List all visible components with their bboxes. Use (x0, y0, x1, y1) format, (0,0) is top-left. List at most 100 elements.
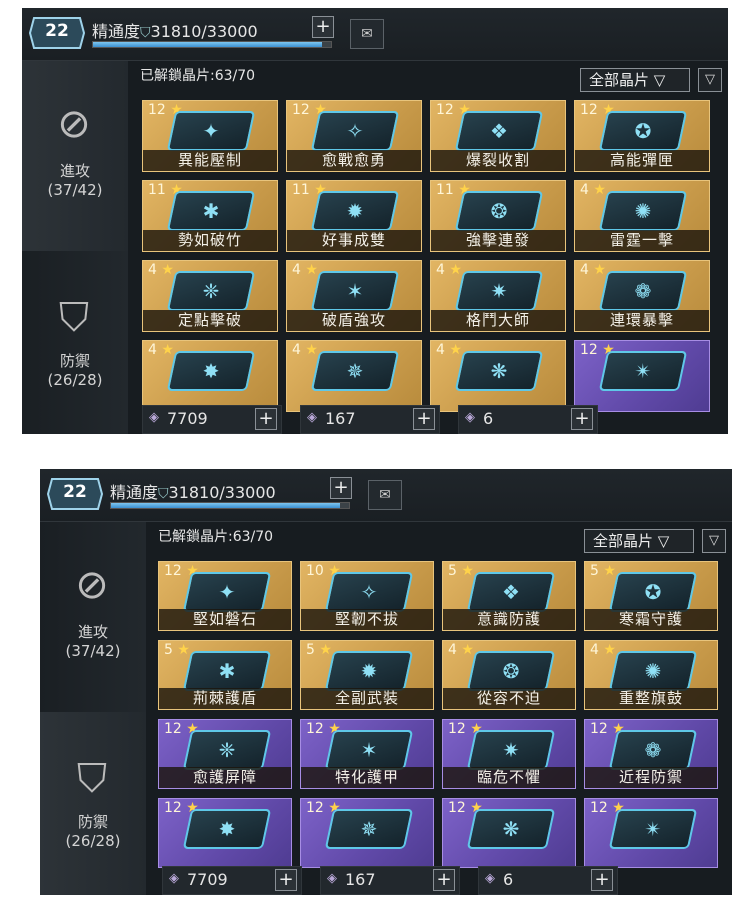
chip-card[interactable]: 5 ★ ❖ 意識防護 (442, 561, 576, 631)
chip-card[interactable]: 12 ★ ✦ 堅如磐石 (158, 561, 292, 631)
chip-level: 4 ★ (448, 642, 474, 658)
shield-icon: ⛉ (77, 756, 107, 802)
chip-card[interactable]: 12 ★ ❖ 爆裂收割 (430, 100, 566, 172)
category-sidebar: ⊘ 進攻 (37/42) ⛉ 防禦 (26/28) (40, 522, 146, 895)
chip-card[interactable]: 12 ★ ❋ (442, 798, 576, 868)
chip-card[interactable]: 4 ★ ✷ 格鬥大師 (430, 260, 566, 332)
tab-attack[interactable]: ⊘ 進攻 (37/42) (40, 522, 146, 712)
message-button[interactable]: ✉ (350, 19, 384, 49)
chip-name: 格鬥大師 (431, 310, 565, 331)
chip-card[interactable]: 5 ★ ✹ 全副武裝 (300, 640, 434, 710)
tab-defense[interactable]: ⛉ 防禦 (26/28) (40, 712, 146, 895)
chip-card[interactable]: 4 ★ ✺ 重整旗鼓 (584, 640, 718, 710)
chip-level: 5 ★ (590, 563, 616, 579)
chip-level: 4 ★ (590, 642, 616, 658)
chip-icon: ✺ (608, 651, 698, 691)
resource-counter: ◈ 7709 + (162, 866, 302, 895)
chip-card[interactable]: 10 ★ ✧ 堅韌不拔 (300, 561, 434, 631)
chip-name: 高能彈匣 (575, 150, 709, 171)
chip-card[interactable]: 4 ★ ✸ (142, 340, 278, 412)
chip-card[interactable]: 12 ★ ❁ 近程防禦 (584, 719, 718, 789)
add-resource-button[interactable]: + (413, 408, 435, 430)
chevron-down-icon: ▽ (653, 71, 666, 89)
chip-icon: ❂ (454, 191, 544, 231)
chip-card[interactable]: 12 ★ ✴ (584, 798, 718, 868)
chip-icon: ✹ (310, 191, 400, 231)
chip-material-icon: ◈ (169, 871, 179, 886)
chip-card[interactable]: 5 ★ ✪ 寒霜守護 (584, 561, 718, 631)
chip-icon: ✹ (324, 651, 414, 691)
chip-level: 4 ★ (580, 182, 606, 198)
chip-panel-attack: 22 精通度⛉31810/33000 + ✉ ⊘ 進攻 (37/42) ⛉ 防禦 (26/28) 已… (22, 8, 728, 434)
chip-card[interactable]: 4 ★ ❋ (430, 340, 566, 412)
chip-card[interactable]: 4 ★ ❈ 定點擊破 (142, 260, 278, 332)
add-resource-button[interactable]: + (571, 408, 593, 430)
message-button[interactable]: ✉ (368, 480, 402, 510)
message-icon: ✉ (379, 487, 391, 503)
chip-icon: ❂ (466, 651, 556, 691)
chip-card[interactable]: 11 ★ ✱ 勢如破竹 (142, 180, 278, 252)
chip-level: 4 ★ (292, 342, 318, 358)
chip-card[interactable]: 5 ★ ✱ 荊棘護盾 (158, 640, 292, 710)
add-mastery-button[interactable]: + (312, 16, 334, 38)
chip-level: 4 ★ (292, 262, 318, 278)
filter-button[interactable]: ▽ (702, 529, 726, 553)
chip-level: 4 ★ (436, 262, 462, 278)
chip-icon: ❈ (166, 271, 256, 311)
filter-button[interactable]: ▽ (698, 68, 722, 92)
chip-icon: ✷ (466, 730, 556, 770)
add-resource-button[interactable]: + (433, 869, 455, 891)
message-icon: ✉ (361, 26, 373, 42)
resource-counter: ◈ 167 + (300, 405, 440, 434)
chip-card[interactable]: 4 ★ ✺ 雷霆一擊 (574, 180, 710, 252)
chip-icon: ❖ (466, 572, 556, 612)
mastery-text: 精通度⛉31810/33000 (110, 483, 276, 502)
chip-icon: ✦ (182, 572, 272, 612)
resource-counter: ◈ 6 + (458, 405, 598, 434)
add-resource-button[interactable]: + (255, 408, 277, 430)
chip-card[interactable]: 12 ★ ✴ (574, 340, 710, 412)
shield-icon: ⛉ (59, 295, 89, 341)
add-mastery-button[interactable]: + (330, 477, 352, 499)
chip-card[interactable]: 12 ★ ✦ 異能壓制 (142, 100, 278, 172)
chip-filter-dropdown[interactable]: 全部晶片 ▽ (584, 529, 694, 553)
chip-card[interactable]: 4 ★ ✵ (286, 340, 422, 412)
unlocked-count: 已解鎖晶片:63/70 (140, 68, 256, 84)
tab-attack[interactable]: ⊘ 進攻 (37/42) (22, 61, 128, 251)
category-sidebar: ⊘ 進攻 (37/42) ⛉ 防禦 (26/28) (22, 61, 128, 434)
chip-name: 近程防禦 (585, 767, 717, 788)
chip-level: 5 ★ (306, 642, 332, 658)
chip-name: 勢如破竹 (143, 230, 277, 251)
add-resource-button[interactable]: + (591, 869, 613, 891)
chip-card[interactable]: 12 ★ ✪ 高能彈匣 (574, 100, 710, 172)
chip-icon: ✵ (324, 809, 414, 849)
resource-counter: ◈ 167 + (320, 866, 460, 895)
chip-card[interactable]: 12 ★ ✧ 愈戰愈勇 (286, 100, 422, 172)
chip-icon: ✶ (310, 271, 400, 311)
chip-card[interactable]: 12 ★ ✶ 特化護甲 (300, 719, 434, 789)
chip-card[interactable]: 12 ★ ✸ (158, 798, 292, 868)
chip-icon: ❁ (608, 730, 698, 770)
chip-card[interactable]: 11 ★ ✹ 好事成雙 (286, 180, 422, 252)
chip-card[interactable]: 12 ★ ❈ 愈護屏障 (158, 719, 292, 789)
chip-icon: ❋ (466, 809, 556, 849)
chip-card[interactable]: 4 ★ ❂ 從容不迫 (442, 640, 576, 710)
chip-icon: ✺ (598, 191, 688, 231)
shield-small-icon: ⛉ (158, 486, 169, 502)
gold-material-icon: ◈ (485, 871, 495, 886)
chip-filter-dropdown[interactable]: 全部晶片 ▽ (580, 68, 690, 92)
chip-card[interactable]: 11 ★ ❂ 強擊連發 (430, 180, 566, 252)
gold-material-icon: ◈ (465, 410, 475, 425)
chip-card[interactable]: 12 ★ ✷ 臨危不懼 (442, 719, 576, 789)
add-resource-button[interactable]: + (275, 869, 297, 891)
tab-defense[interactable]: ⛉ 防禦 (26/28) (22, 251, 128, 434)
chip-name: 破盾強攻 (287, 310, 421, 331)
chip-level: 5 ★ (164, 642, 190, 658)
shield-small-icon: ⛉ (140, 25, 151, 41)
mastery-progress-fill (111, 503, 341, 508)
chip-panel-defense: 22 精通度⛉31810/33000 + ✉ ⊘ 進攻 (37/42) ⛉ 防禦 (26/28) 已… (40, 469, 732, 895)
chip-card[interactable]: 4 ★ ✶ 破盾強攻 (286, 260, 422, 332)
unlocked-count: 已解鎖晶片:63/70 (158, 529, 274, 545)
chip-card[interactable]: 4 ★ ❁ 連環暴擊 (574, 260, 710, 332)
chip-card[interactable]: 12 ★ ✵ (300, 798, 434, 868)
